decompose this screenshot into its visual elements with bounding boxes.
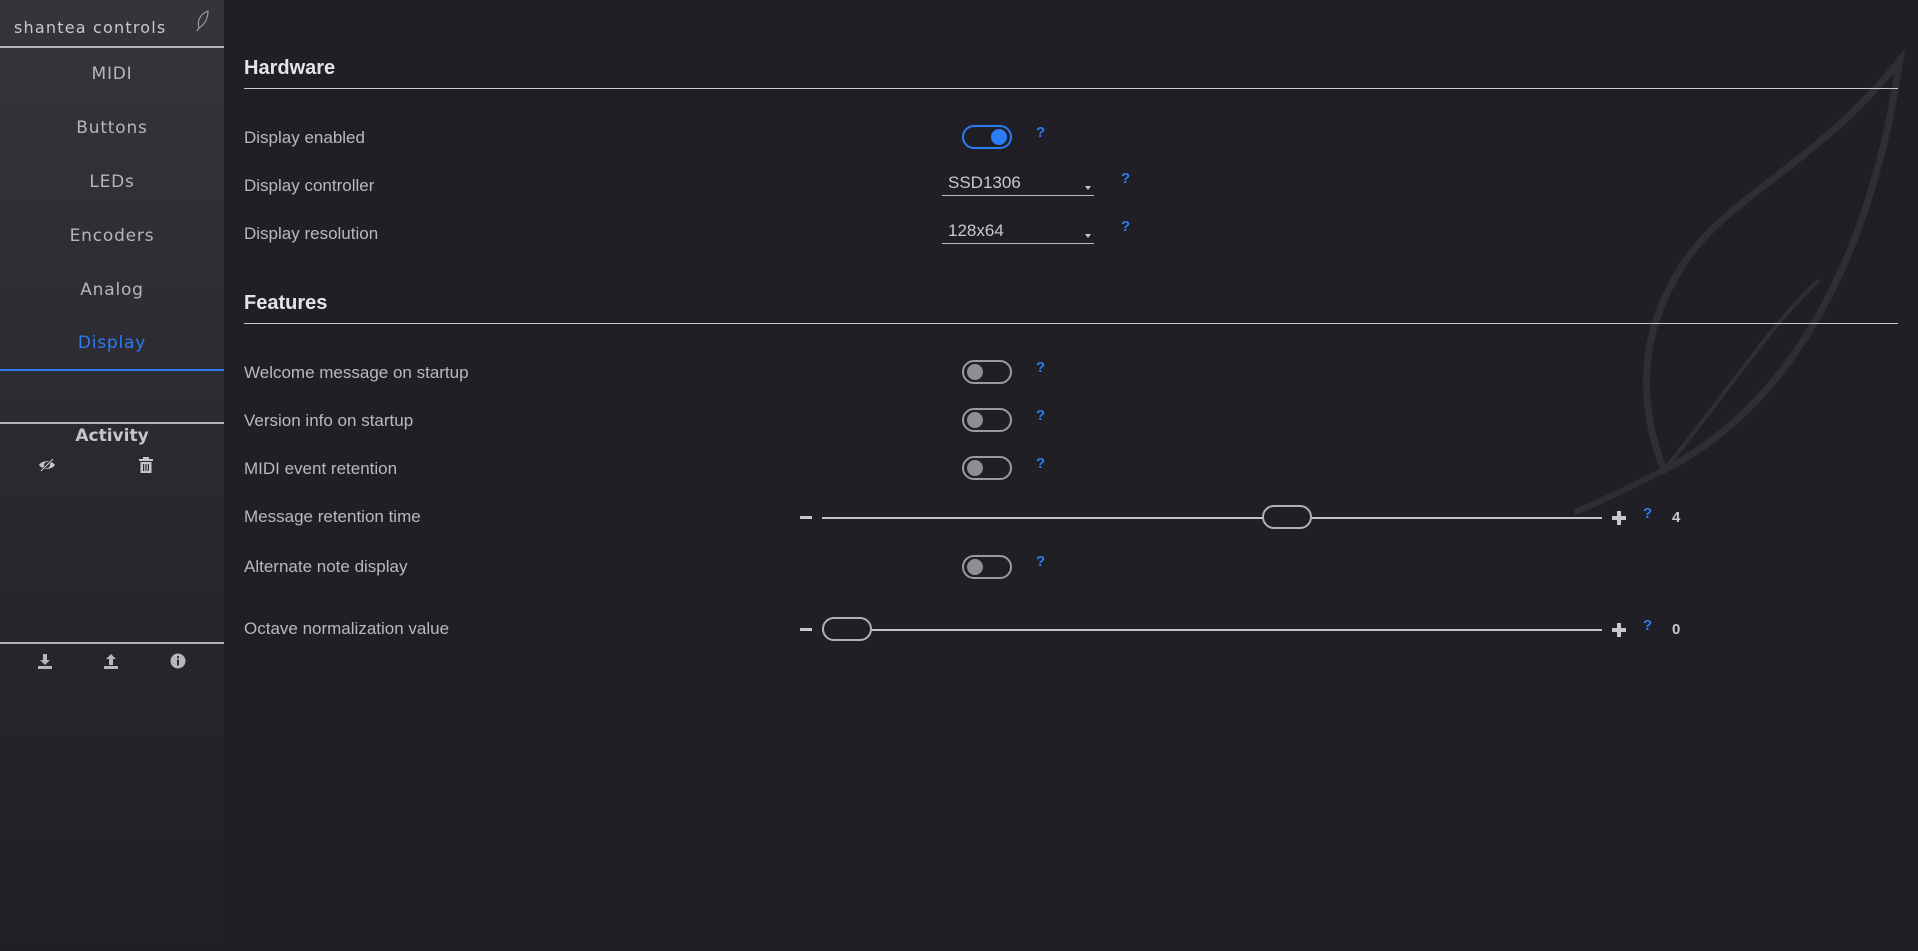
alternate-note-display-help-icon[interactable]: ? xyxy=(1036,553,1045,570)
display-enabled-label: Display enabled xyxy=(244,128,365,147)
leaf-logo-icon xyxy=(196,10,209,32)
octave-normalization-help-icon[interactable]: ? xyxy=(1643,617,1652,634)
nav-item-buttons[interactable]: Buttons xyxy=(0,101,224,155)
version-info-help-icon[interactable]: ? xyxy=(1036,407,1045,424)
display-controller-label: Display controller xyxy=(244,176,375,195)
octave-normalization-decrease-button[interactable] xyxy=(800,628,812,631)
message-retention-help-icon[interactable]: ? xyxy=(1643,505,1652,522)
display-controller-help-icon[interactable]: ? xyxy=(1121,170,1130,187)
alternate-note-display-label: Alternate note display xyxy=(244,557,408,576)
chevron-down-icon xyxy=(1085,186,1091,190)
display-resolution-value: 128x64 xyxy=(948,221,1004,240)
message-retention-track[interactable] xyxy=(822,517,1602,519)
message-retention-thumb[interactable] xyxy=(1262,505,1313,529)
welcome-message-toggle[interactable] xyxy=(962,360,1012,384)
octave-normalization-track[interactable] xyxy=(822,629,1602,631)
brand-logo[interactable]: shantea controls xyxy=(0,0,224,48)
nav-item-label: Display xyxy=(77,333,147,353)
nav-item-label: Analog xyxy=(80,280,144,300)
display-resolution-label: Display resolution xyxy=(244,224,379,243)
version-info-toggle[interactable] xyxy=(962,408,1012,432)
message-retention-time-label: Message retention time xyxy=(244,507,421,526)
octave-normalization-thumb[interactable] xyxy=(822,617,872,641)
trash-icon[interactable] xyxy=(137,456,155,474)
midi-event-retention-toggle[interactable] xyxy=(962,456,1012,480)
leaf-watermark-icon xyxy=(1573,50,1906,515)
download-icon[interactable] xyxy=(36,652,54,670)
message-retention-decrease-button[interactable] xyxy=(800,516,812,519)
octave-normalization-increase-button[interactable] xyxy=(1612,623,1626,637)
octave-normalization-label: Octave normalization value xyxy=(244,619,450,638)
message-retention-time-slider: ? 4 xyxy=(800,503,1680,533)
display-resolution-help-icon[interactable]: ? xyxy=(1121,218,1130,235)
nav-item-encoders[interactable]: Encoders xyxy=(0,209,224,263)
display-resolution-select[interactable]: 128x64 xyxy=(942,220,1094,244)
display-controller-select[interactable]: SSD1306 xyxy=(942,172,1094,196)
midi-event-retention-label: MIDI event retention xyxy=(244,459,398,478)
nav-item-label: LEDs xyxy=(89,172,135,192)
brand-name: shantea controls xyxy=(14,18,167,37)
nav-item-label: Encoders xyxy=(69,226,155,246)
octave-normalization-slider: ? 0 xyxy=(800,615,1680,645)
main-content: Hardware Display enabled ? Display contr… xyxy=(224,0,1918,951)
display-controller-value: SSD1306 xyxy=(948,173,1021,192)
nav-item-leds[interactable]: LEDs xyxy=(0,155,224,209)
nav-item-display[interactable]: Display xyxy=(0,317,224,371)
features-section-divider xyxy=(244,323,1898,324)
display-enabled-toggle[interactable] xyxy=(962,125,1012,149)
message-retention-increase-button[interactable] xyxy=(1612,511,1626,525)
features-section-title: Features xyxy=(244,292,328,314)
nav-item-label: Buttons xyxy=(76,118,148,138)
eye-off-icon[interactable] xyxy=(38,456,56,474)
sidebar: shantea controls MIDI Buttons LEDs Encod… xyxy=(0,0,224,951)
message-retention-value: 4 xyxy=(1672,509,1681,526)
display-enabled-help-icon[interactable]: ? xyxy=(1036,124,1045,141)
footer-divider xyxy=(0,642,224,644)
upload-icon[interactable] xyxy=(102,652,120,670)
version-info-label: Version info on startup xyxy=(244,411,414,430)
hardware-section-divider xyxy=(244,88,1898,89)
activity-divider xyxy=(0,422,224,424)
nav-item-midi[interactable]: MIDI xyxy=(0,47,224,101)
info-icon[interactable] xyxy=(169,652,187,670)
chevron-down-icon xyxy=(1085,234,1091,238)
activity-title: Activity xyxy=(75,426,149,446)
nav-item-label: MIDI xyxy=(91,64,133,84)
alternate-note-display-toggle[interactable] xyxy=(962,555,1012,579)
nav-item-analog[interactable]: Analog xyxy=(0,263,224,317)
welcome-message-help-icon[interactable]: ? xyxy=(1036,359,1045,376)
welcome-message-label: Welcome message on startup xyxy=(244,363,469,382)
midi-event-retention-help-icon[interactable]: ? xyxy=(1036,455,1045,472)
app-window: shantea controls MIDI Buttons LEDs Encod… xyxy=(0,0,1918,951)
hardware-section-title: Hardware xyxy=(244,57,336,79)
octave-normalization-value: 0 xyxy=(1672,621,1681,638)
